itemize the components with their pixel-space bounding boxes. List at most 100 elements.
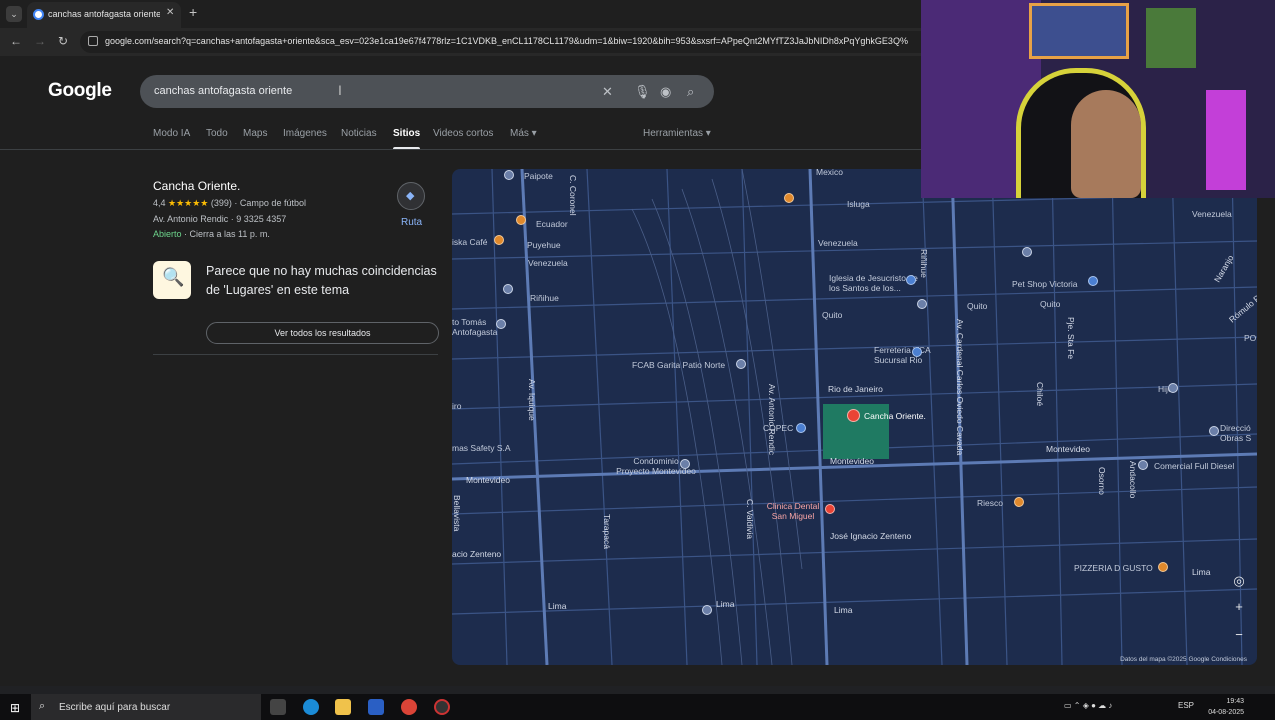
- store-icon[interactable]: [368, 699, 384, 715]
- map-label-paipote: Paipote: [524, 171, 553, 181]
- lens-icon[interactable]: ◉: [660, 84, 671, 100]
- tab-todo[interactable]: Todo: [206, 128, 228, 139]
- search-icon[interactable]: ⌕: [687, 84, 694, 100]
- webcam-poster-image: [1029, 3, 1129, 59]
- tab-mas[interactable]: Más ▾: [510, 128, 537, 139]
- map-label-pet-shop: Pet Shop Victoria: [1012, 279, 1078, 289]
- my-location-icon[interactable]: ◎: [1229, 571, 1249, 591]
- map-attribution[interactable]: Datos del mapa ©2025 Google Condiciones: [1120, 656, 1247, 663]
- map-label-venezuela-3: Venezuela: [1192, 209, 1232, 219]
- tab-close-icon[interactable]: ✕: [166, 7, 174, 18]
- results-map[interactable]: Mexico Paipote Isluga Ecuador iska Café …: [452, 169, 1257, 665]
- search-input[interactable]: canchas antofagasta oriente: [154, 85, 292, 97]
- google-logo[interactable]: Google: [48, 80, 112, 102]
- map-pin-icon[interactable]: [503, 284, 513, 294]
- pizzeria-pin-icon[interactable]: [1158, 562, 1168, 572]
- site-info-icon[interactable]: [88, 36, 98, 46]
- search-box[interactable]: canchas antofagasta oriente I ✕ 🎙 ◉ ⌕: [140, 75, 714, 108]
- route-label[interactable]: Ruta: [401, 217, 422, 228]
- edge-icon[interactable]: [303, 699, 319, 715]
- language-indicator[interactable]: ESP: [1178, 701, 1194, 710]
- tab-noticias[interactable]: Noticias: [341, 128, 377, 139]
- system-clock[interactable]: 19:43 04-08-2025: [1196, 696, 1244, 718]
- back-icon[interactable]: ←: [10, 34, 22, 48]
- cancha-oriente-pin-icon[interactable]: [847, 409, 860, 422]
- no-match-illustration: 🔍: [153, 261, 191, 299]
- windows-start-icon[interactable]: ⊞: [10, 701, 20, 715]
- map-label-bellavista: Bellavista: [452, 495, 462, 532]
- map-label-ferreteria: Ferreteria VCA Sucursal Rio: [874, 345, 931, 365]
- pet-shop-pin-icon[interactable]: [1088, 276, 1098, 286]
- recording-app-icon[interactable]: [434, 699, 450, 715]
- map-label-venezuela-2: Venezuela: [818, 238, 858, 248]
- tab-maps[interactable]: Maps: [243, 128, 267, 139]
- tab-modo-ia[interactable]: Modo IA: [153, 128, 190, 139]
- tab-search-menu-icon[interactable]: ⌄: [6, 6, 22, 22]
- map-label-mexico: Mexico: [816, 169, 843, 177]
- gas-station-pin-icon[interactable]: [796, 423, 806, 433]
- rating-stars-icon: ★★★★★: [168, 198, 209, 208]
- map-label-rio-de-janeiro: Rio de Janeiro: [828, 384, 883, 394]
- office-pin-icon[interactable]: [1209, 426, 1219, 436]
- map-label-iska-cafe: iska Café: [452, 237, 488, 247]
- browser-tab[interactable]: canchas antofagasta oriente - B ✕: [27, 2, 181, 28]
- school-pin-icon[interactable]: [496, 319, 506, 329]
- task-view-icon[interactable]: [270, 699, 286, 715]
- map-pin-icon[interactable]: [736, 359, 746, 369]
- map-label-clinica-dental: Clinica Dental San Miguel: [766, 501, 820, 521]
- file-explorer-icon[interactable]: [335, 699, 351, 715]
- new-tab-icon[interactable]: +: [189, 4, 197, 20]
- church-pin-icon[interactable]: [906, 275, 916, 285]
- closing-time: · Cierra a las 11 p. m.: [181, 229, 270, 239]
- map-label-quito-2: Quito: [967, 301, 988, 311]
- map-pin-icon[interactable]: [1022, 247, 1032, 257]
- dental-clinic-pin-icon[interactable]: [825, 504, 835, 514]
- map-label-chiloe: Chiloé: [1035, 382, 1045, 407]
- url-text[interactable]: google.com/search?q=canchas+antofagasta+…: [105, 36, 920, 46]
- windows-taskbar: ⊞ ⌕ Escribe aquí para buscar ▭ ⌃ ◈ ● ☁ ♪…: [0, 694, 1275, 720]
- map-label-lima-1: Lima: [548, 601, 567, 611]
- map-label-rinihue-vertical: Riñihue: [919, 249, 929, 278]
- forward-icon[interactable]: →: [34, 34, 46, 48]
- map-pin-icon[interactable]: [1168, 383, 1178, 393]
- see-all-results-button[interactable]: Ver todos los resultados: [206, 322, 439, 344]
- place-hours: Abierto · Cierra a las 11 p. m.: [153, 229, 443, 239]
- place-result[interactable]: Cancha Oriente. 4,4 ★★★★★ (399) · Campo …: [153, 179, 443, 239]
- chrome-icon[interactable]: [401, 699, 417, 715]
- no-match-message: Parece que no hay muchas coincidencias d…: [206, 264, 437, 297]
- taskbar-search-placeholder[interactable]: Escribe aquí para buscar: [59, 702, 170, 713]
- store-pin-icon[interactable]: [1138, 460, 1148, 470]
- search-icon: ⌕: [39, 700, 46, 712]
- map-label-direccion: Direcció Obras S: [1220, 423, 1252, 443]
- route-button[interactable]: ◆: [397, 182, 425, 210]
- taskbar-search[interactable]: ⌕ Escribe aquí para buscar: [31, 694, 261, 720]
- zoom-in-button[interactable]: +: [1229, 597, 1249, 617]
- restaurant-pin-icon[interactable]: [784, 193, 794, 203]
- condominio-pin-icon[interactable]: [680, 459, 690, 469]
- tab-sitios[interactable]: Sitios: [393, 128, 421, 150]
- tray-icons[interactable]: ▭ ⌃ ◈ ● ☁ ♪: [1064, 701, 1112, 710]
- map-pin-icon[interactable]: [917, 299, 927, 309]
- map-label-po: PO: [1244, 333, 1257, 343]
- cafe-pin-icon[interactable]: [494, 235, 504, 245]
- hardware-pin-icon[interactable]: [912, 347, 922, 357]
- map-label-lima-3: Lima: [834, 605, 853, 615]
- map-label-cancha-oriente[interactable]: Cancha Oriente.: [864, 411, 926, 421]
- open-status: Abierto: [153, 229, 182, 239]
- tools-button[interactable]: Herramientas ▾: [643, 128, 711, 139]
- clear-icon[interactable]: ✕: [602, 84, 613, 100]
- map-label-osorno: Osorno: [1097, 467, 1107, 495]
- zoom-out-button[interactable]: −: [1229, 625, 1249, 645]
- map-label-zenteno-left: acio Zenteno: [452, 549, 502, 559]
- microphone-icon[interactable]: 🎙: [634, 84, 651, 100]
- tab-imagenes[interactable]: Imágenes: [283, 128, 327, 139]
- tab-videos-cortos[interactable]: Videos cortos: [433, 128, 493, 139]
- reload-icon[interactable]: ↻: [58, 34, 68, 48]
- map-pin-icon[interactable]: [504, 170, 514, 180]
- restaurant-pin-icon[interactable]: [1014, 497, 1024, 507]
- map-pin-icon[interactable]: [702, 605, 712, 615]
- restaurant-pin-icon[interactable]: [516, 215, 526, 225]
- rating-value: 4,4: [153, 198, 166, 208]
- map-label-tarapaca: Tarapacá: [602, 514, 612, 549]
- place-category: · Campo de fútbol: [234, 198, 306, 208]
